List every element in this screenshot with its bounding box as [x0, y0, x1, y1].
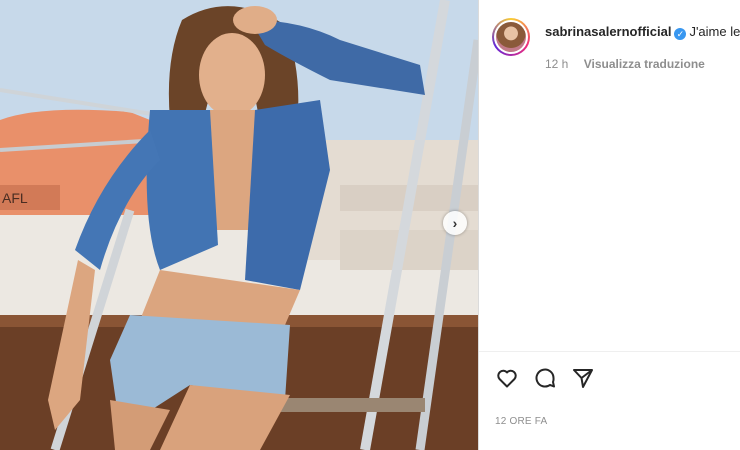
avatar-image	[496, 22, 526, 52]
verified-badge-icon: ✓	[674, 28, 687, 40]
post-date: 12 ORE FA	[495, 416, 548, 427]
action-bar	[495, 366, 595, 390]
post-side-panel: sabrinasalernofficial ✓ J'aime le 12 h Vis…	[479, 0, 740, 450]
chevron-right-icon: ›	[452, 215, 458, 231]
next-image-button[interactable]: ›	[443, 211, 467, 235]
username-link[interactable]: sabrinasalernofficial	[545, 24, 671, 39]
post-meta: 12 h Visualizza traduzione	[545, 57, 705, 71]
comment-icon[interactable]	[533, 366, 557, 390]
post-photo-illustration: AFL	[0, 0, 478, 450]
post-caption: sabrinasalernofficial ✓ J'aime le	[545, 24, 740, 40]
translate-button[interactable]: Visualizza traduzione	[584, 57, 705, 71]
heart-icon[interactable]	[495, 366, 519, 390]
avatar[interactable]	[492, 18, 530, 56]
share-icon[interactable]	[571, 366, 595, 390]
actions-divider	[479, 351, 740, 352]
caption-text: J'aime le	[689, 24, 740, 39]
svg-text:AFL: AFL	[2, 190, 28, 206]
time-ago: 12 h	[545, 57, 569, 71]
post-image[interactable]: AFL ›	[0, 0, 478, 450]
